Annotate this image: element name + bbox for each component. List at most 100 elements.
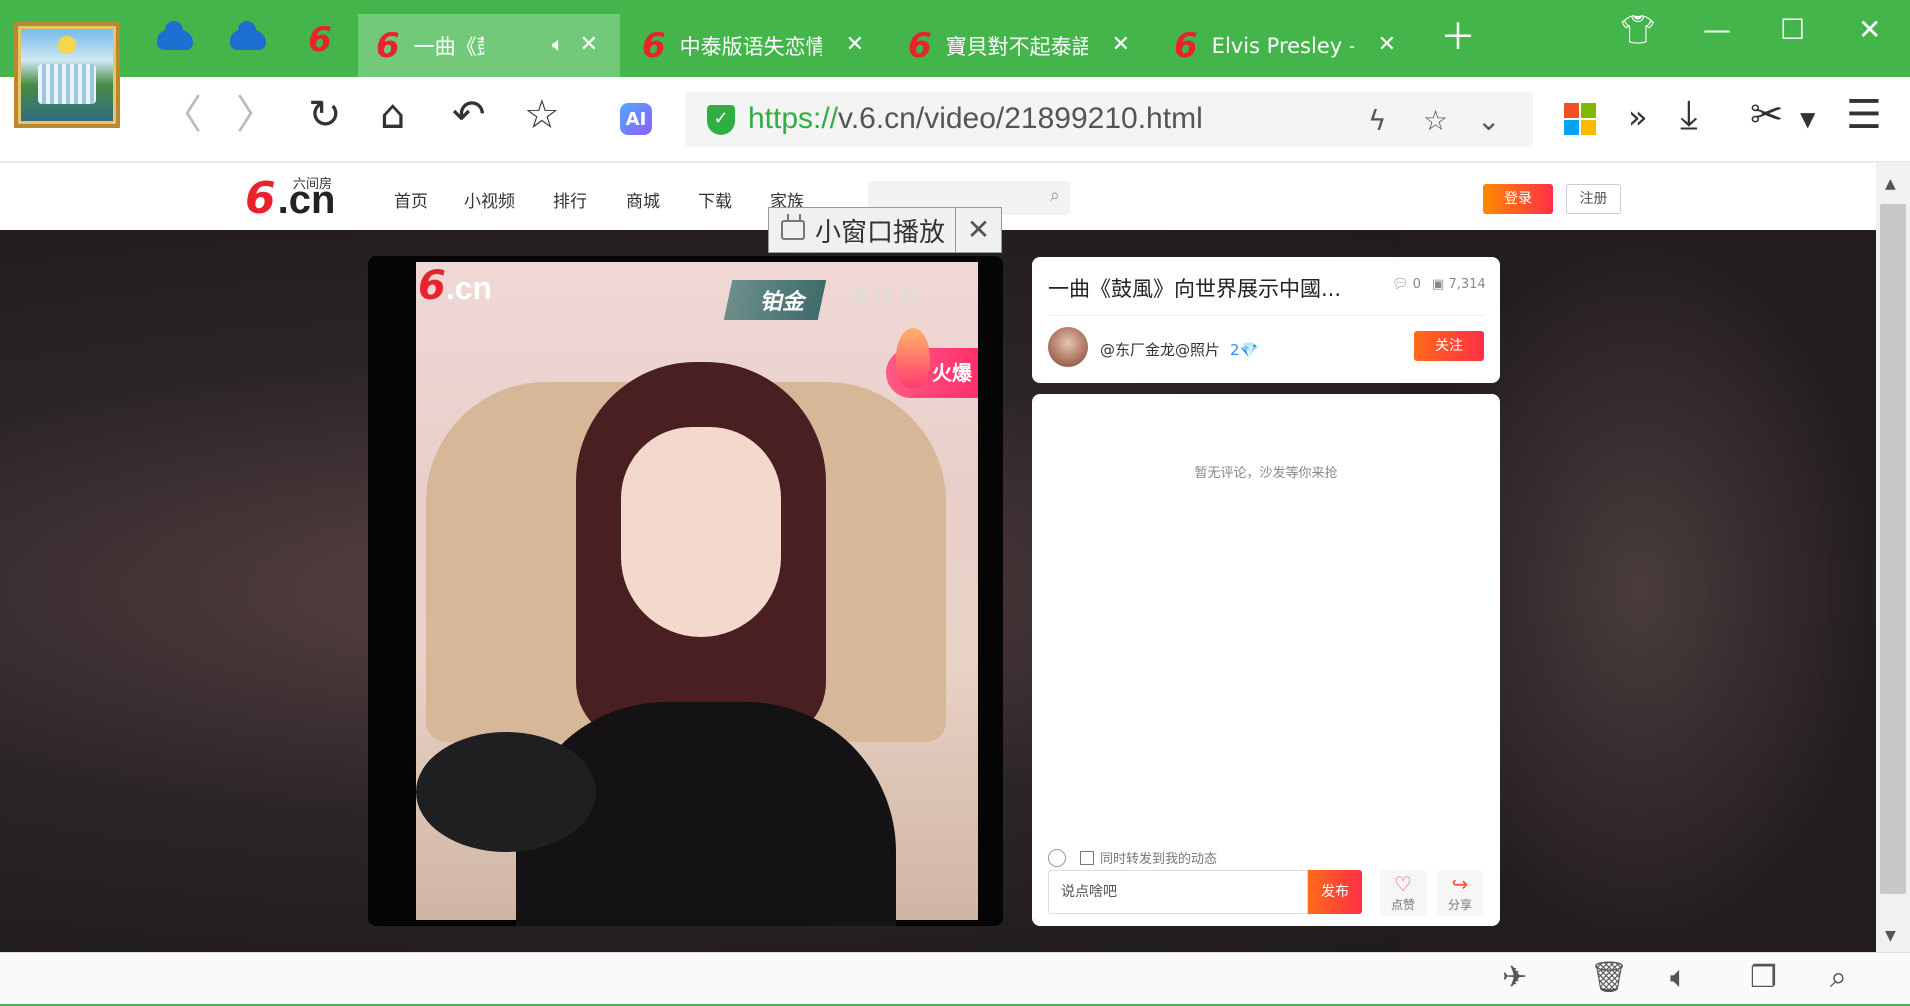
rocket-icon[interactable]: ✈ xyxy=(1502,963,1527,993)
onedrive-icon xyxy=(157,21,193,50)
page-scrollbar[interactable]: ▲ ▼ xyxy=(1876,162,1910,952)
comment-input[interactable]: 说点啥吧 xyxy=(1048,870,1308,914)
share-label: 分享 xyxy=(1447,898,1472,912)
address-bar[interactable]: ✓ https://v.6.cn/video/21899210.html ϟ ☆… xyxy=(685,92,1533,147)
video-info-card: 一曲《鼓風》向世界展示中國... 💬︎ 0 ▣ 7,314 @东厂金龙@照片 2💎… xyxy=(1032,257,1500,383)
close-tab-icon[interactable]: ✕ xyxy=(580,32,598,57)
video-title: 一曲《鼓風》向世界展示中國... xyxy=(1048,277,1342,301)
scroll-up-icon[interactable]: ▲ xyxy=(1885,176,1896,192)
tab-2[interactable]: 6 中泰版语失恋情歌 ✕ xyxy=(624,14,886,77)
close-window-icon[interactable]: ✕ xyxy=(1858,16,1881,44)
star-icon[interactable]: ☆ xyxy=(524,95,560,135)
scroll-thumb[interactable] xyxy=(1880,204,1906,894)
undo-icon[interactable]: ↶ xyxy=(452,95,486,135)
lightning-icon[interactable]: ϟ xyxy=(1368,104,1386,137)
search-icon[interactable]: ⌕ xyxy=(1050,185,1060,206)
waterfall-shape xyxy=(38,64,96,104)
six-cn-icon: 6 xyxy=(642,25,666,66)
minimize-icon[interactable]: — xyxy=(1703,16,1731,44)
view-count: ▣ 7,314 xyxy=(1432,277,1486,292)
comment-panel: 暂无评论，沙发等你来抢 同时转发到我的动态 说点啥吧 发布 ♡ 点赞 ↪ 分享 xyxy=(1032,394,1500,926)
watermark-cn: .cn xyxy=(445,270,493,306)
favorite-icon[interactable]: ☆ xyxy=(1423,104,1448,137)
follow-button[interactable]: 关注 xyxy=(1414,331,1484,361)
home-icon[interactable]: ⌂ xyxy=(380,95,405,135)
tab-3[interactable]: 6 寶貝對不起泰語 ✕ xyxy=(890,14,1152,77)
repost-label: 同时转发到我的动态 xyxy=(1100,852,1218,867)
back-icon[interactable]: 〈 xyxy=(162,95,202,135)
heart-icon: ♡ xyxy=(1394,872,1412,896)
more-icon[interactable]: » xyxy=(1628,101,1648,133)
close-popup-icon[interactable]: ✕ xyxy=(955,208,1001,252)
apps-icon[interactable] xyxy=(1564,103,1596,135)
scissors-dropdown-icon[interactable]: ▼ xyxy=(1800,109,1815,129)
speaker-icon[interactable]: 🔈︎ xyxy=(552,32,564,56)
download-icon[interactable]: ⤓ xyxy=(1680,95,1698,135)
nav-mall[interactable]: 商城 xyxy=(626,187,660,212)
mini-window-label: 小窗口播放 xyxy=(815,217,946,248)
url-path: v.6.cn/video/21899210.html xyxy=(838,102,1203,135)
nav-ranking[interactable]: 排行 xyxy=(553,187,587,212)
status-bar: ✈ 🗑︎ 🔈︎ ❐ ⌕ xyxy=(0,952,1910,1006)
comment-count: 💬︎ 0 xyxy=(1392,277,1421,292)
url-text[interactable]: https://v.6.cn/video/21899210.html xyxy=(748,102,1203,136)
dropdown-icon[interactable]: ⌄ xyxy=(1477,104,1500,137)
author-handle: @东厂金龙@照片 xyxy=(1100,341,1221,359)
ai-icon[interactable]: AI xyxy=(620,103,652,135)
repost-checkbox[interactable] xyxy=(1080,850,1094,865)
menu-icon[interactable]: ☰ xyxy=(1846,95,1882,135)
six-cn-icon: 6 xyxy=(418,263,446,309)
avatar[interactable] xyxy=(1048,327,1088,367)
repost-option: 同时转发到我的动态 xyxy=(1048,848,1217,867)
zoom-icon[interactable]: ⌕ xyxy=(1830,963,1847,993)
nav-short-video[interactable]: 小视频 xyxy=(464,187,515,212)
nav-home[interactable]: 首页 xyxy=(394,187,428,212)
toolbar: 〈 〉 ↻ ⌂ ↶ ☆ AI ✓ https://v.6.cn/video/21… xyxy=(0,77,1910,162)
nav-download[interactable]: 下载 xyxy=(698,187,732,212)
site-logo[interactable]: 6 .cn 六间房 xyxy=(245,177,335,223)
onedrive-icon xyxy=(230,21,266,50)
reload-icon[interactable]: ↻ xyxy=(308,95,342,135)
share-icon: ↪ xyxy=(1451,872,1469,896)
pinned-tab-six[interactable]: 6 xyxy=(300,20,340,60)
tab-4[interactable]: 6 Elvis Presley - ✕ xyxy=(1156,14,1418,77)
logo-subtitle: 六间房 xyxy=(293,177,333,192)
six-cn-icon: 6 xyxy=(308,20,332,60)
view-count-value: 7,314 xyxy=(1448,277,1486,292)
maximize-icon[interactable]: ☐ xyxy=(1780,16,1805,44)
secure-shield-icon: ✓ xyxy=(707,105,735,135)
new-tab-icon[interactable]: ＋ xyxy=(1440,20,1476,56)
video-player[interactable]: 6 .cn 铂金 ☆☆☆ 火爆 xyxy=(368,256,1003,926)
six-cn-icon: 6 xyxy=(908,25,932,66)
scroll-down-icon[interactable]: ▼ xyxy=(1885,928,1896,944)
register-button[interactable]: 注册 xyxy=(1566,184,1621,214)
forward-icon[interactable]: 〉 xyxy=(236,95,276,135)
login-button[interactable]: 登录 xyxy=(1483,184,1553,214)
author-level: 2💎 xyxy=(1230,341,1259,359)
close-tab-icon[interactable]: ✕ xyxy=(1112,32,1130,57)
window-icon[interactable]: ❐ xyxy=(1750,963,1777,993)
skin-icon[interactable]: 👕︎ xyxy=(1620,16,1656,44)
divider xyxy=(1048,315,1484,316)
pinned-tab-onedrive[interactable] xyxy=(155,20,195,60)
tab-active[interactable]: 6 一曲《鼓風》向世界展示中國 🔈︎ ✕ xyxy=(358,14,620,77)
scissors-icon[interactable]: ✂ xyxy=(1750,95,1784,135)
share-button[interactable]: ↪ 分享 xyxy=(1437,870,1483,916)
trash-icon[interactable]: 🗑︎ xyxy=(1590,963,1628,993)
apps-icon-green xyxy=(1581,103,1596,118)
microphone-shape xyxy=(416,732,596,852)
apps-icon-blue xyxy=(1564,120,1579,135)
send-button[interactable]: 发布 xyxy=(1308,870,1362,914)
like-button[interactable]: ♡ 点赞 xyxy=(1380,870,1426,916)
video-frame[interactable]: 6 .cn 铂金 ☆☆☆ 火爆 xyxy=(416,262,978,926)
close-tab-icon[interactable]: ✕ xyxy=(1378,32,1396,57)
author-name[interactable]: @东厂金龙@照片 2💎 xyxy=(1100,339,1258,360)
close-tab-icon[interactable]: ✕ xyxy=(846,32,864,57)
volume-icon[interactable]: 🔈︎ xyxy=(1670,963,1688,993)
pinned-tab-onedrive-2[interactable] xyxy=(228,20,268,60)
comment-icon: 💬︎ xyxy=(1392,277,1409,292)
tab-bar: 6 6 一曲《鼓風》向世界展示中國 🔈︎ ✕ 6 中泰版语失恋情歌 ✕ 6 寶貝… xyxy=(0,0,1910,77)
emoji-icon[interactable] xyxy=(1048,848,1066,867)
empty-comments-text: 暂无评论，沙发等你来抢 xyxy=(1194,466,1338,481)
mini-window-popup[interactable]: 小窗口播放 ✕ xyxy=(768,207,1002,253)
